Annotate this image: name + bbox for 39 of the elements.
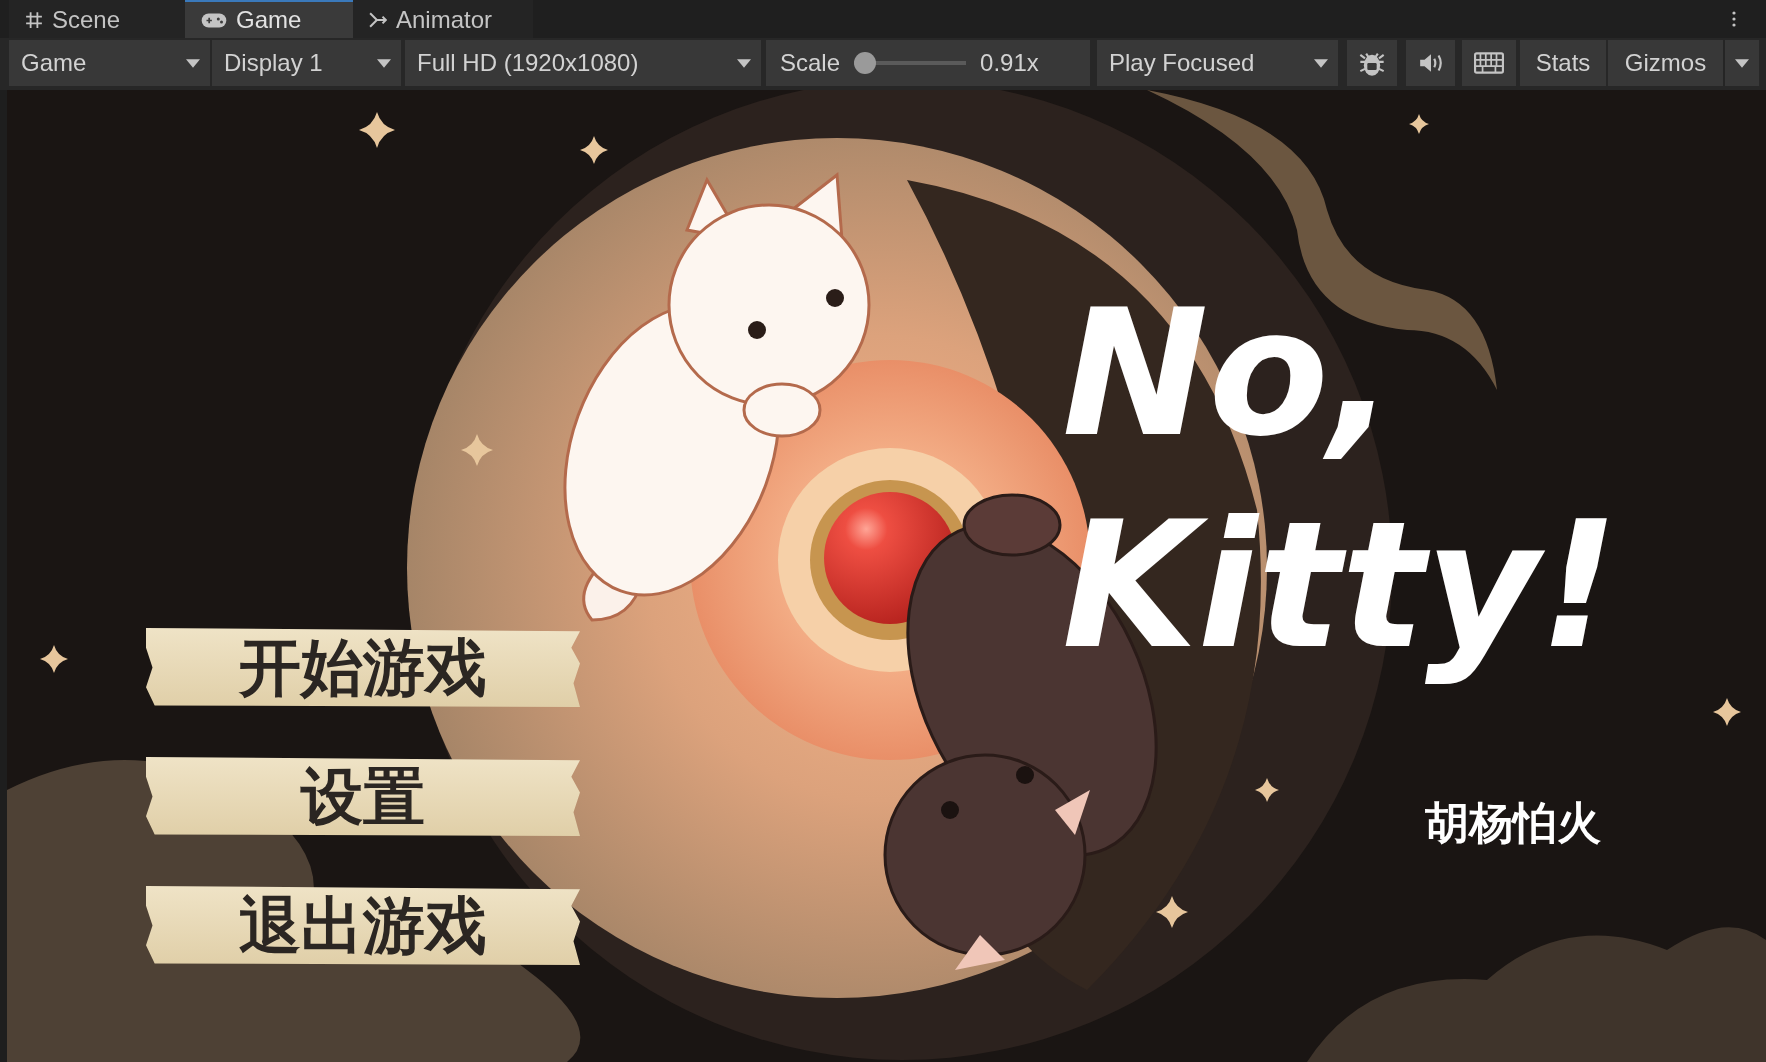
grid-icon [25, 11, 43, 29]
sparkle-icon [461, 434, 493, 466]
gizmos-menu-button[interactable] [1723, 40, 1759, 86]
caret-icon [737, 58, 751, 68]
sparkle-icon [359, 112, 395, 148]
sparkle-icon [1255, 778, 1279, 802]
caret-icon [1735, 58, 1749, 68]
tab[interactable]: Game [185, 0, 353, 38]
play-mode-dropdown[interactable]: Play Focused [1097, 40, 1338, 86]
gamepad-icon [201, 12, 227, 28]
sparkle-icon [1156, 896, 1188, 928]
gizmos-button[interactable]: Gizmos [1608, 40, 1723, 86]
sparkle-icon [40, 645, 68, 673]
sparkle-icon [1713, 698, 1741, 726]
caret-icon [186, 58, 200, 68]
caret-icon [1314, 58, 1328, 68]
sparkle-icon [1409, 114, 1429, 134]
more-options-icon[interactable] [1732, 10, 1736, 28]
keyboard-button[interactable] [1462, 40, 1516, 86]
speaker-icon [1417, 52, 1444, 74]
menu-button[interactable]: 开始游戏 [146, 628, 580, 707]
debug-button[interactable] [1347, 40, 1397, 86]
menu-button[interactable]: 退出游戏 [146, 886, 580, 965]
scale-value: 0.91x [980, 49, 1039, 77]
author-name: 胡杨怕火 [1425, 796, 1601, 850]
display-dropdown[interactable]: Display 1 [212, 40, 401, 86]
tab[interactable]: Scene [9, 0, 185, 38]
scale-label: Scale [780, 49, 841, 77]
slider-thumb[interactable] [854, 52, 877, 74]
keyboard-icon [1474, 52, 1504, 74]
stats-button[interactable]: Stats [1520, 40, 1606, 86]
menu-button[interactable]: 设置 [146, 757, 580, 836]
caret-icon [377, 58, 391, 68]
branch-arrow-icon [369, 11, 387, 29]
tab[interactable]: Animator [353, 0, 533, 38]
resolution-dropdown[interactable]: Full HD (1920x1080) [405, 40, 761, 86]
mute-audio-button[interactable] [1406, 40, 1455, 86]
sparkle-icon [580, 136, 608, 164]
view-dropdown[interactable]: Game [9, 40, 210, 86]
